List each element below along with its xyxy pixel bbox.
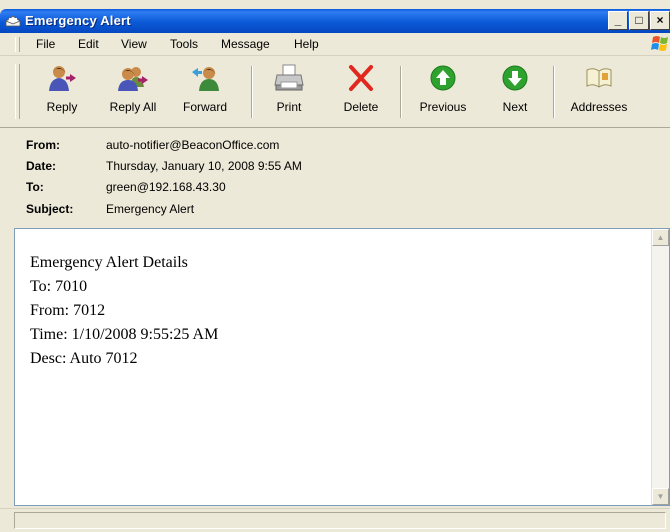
- reply-label: Reply: [46, 100, 78, 114]
- forward-label: Forward: [182, 100, 227, 114]
- reply-all-icon: [118, 67, 148, 91]
- menu-bar: File Edit View Tools Message Help: [0, 33, 670, 56]
- body-line: Time: 1/10/2008 9:55:25 AM: [30, 326, 219, 343]
- delete-label: Delete: [343, 100, 379, 114]
- from-label: From:: [26, 138, 60, 152]
- body-line: Desc: Auto 7012: [30, 350, 138, 367]
- print-label: Print: [276, 100, 302, 114]
- menu-grip[interactable]: [15, 37, 20, 52]
- forward-icon: [192, 67, 219, 91]
- up-arrow-icon: [430, 65, 456, 91]
- maximize-button[interactable]: □: [629, 11, 649, 30]
- window-title: Emergency Alert: [25, 13, 131, 28]
- forward-button[interactable]: Forward: [172, 60, 238, 122]
- body-line: From: 7012: [30, 302, 106, 319]
- to-value[interactable]: green@192.168.43.30: [106, 180, 226, 194]
- menu-help[interactable]: Help: [294, 37, 319, 51]
- printer-icon: [274, 64, 304, 91]
- message-text: Emergency Alert Details To: 7010 From: 7…: [30, 251, 218, 371]
- status-pane: [14, 512, 666, 529]
- addresses-button[interactable]: Addresses: [563, 60, 635, 122]
- vertical-scrollbar[interactable]: ▲ ▼: [651, 229, 669, 505]
- minimize-button[interactable]: _: [608, 11, 628, 30]
- date-value: Thursday, January 10, 2008 9:55 AM: [106, 159, 302, 173]
- scroll-up-icon[interactable]: ▲: [652, 229, 669, 246]
- address-book-icon: [586, 68, 612, 88]
- from-value[interactable]: auto-notifier@BeaconOffice.com: [106, 138, 279, 152]
- print-button[interactable]: Print: [263, 60, 315, 122]
- reply-button[interactable]: Reply: [34, 60, 90, 122]
- subject-value: Emergency Alert: [106, 202, 195, 216]
- scroll-down-icon[interactable]: ▼: [652, 488, 669, 505]
- menu-tools[interactable]: Tools: [170, 37, 198, 51]
- status-bar: [0, 508, 670, 532]
- menu-file[interactable]: File: [36, 37, 55, 51]
- toolbar-grip[interactable]: [15, 64, 20, 119]
- previous-button[interactable]: Previous: [412, 60, 474, 122]
- delete-button[interactable]: Delete: [334, 60, 388, 122]
- toolbar: Reply Reply All Forward Print Delete Pre…: [0, 56, 670, 128]
- title-bar[interactable]: Emergency Alert _ □ ×: [0, 9, 670, 33]
- body-line: To: 7010: [30, 278, 88, 295]
- addresses-label: Addresses: [570, 100, 628, 114]
- menu-view[interactable]: View: [121, 37, 147, 51]
- toolbar-separator: [553, 66, 555, 118]
- menu-message[interactable]: Message: [221, 37, 270, 51]
- toolbar-separator: [251, 66, 253, 118]
- body-line: Emergency Alert Details: [30, 254, 188, 271]
- message-headers: From: auto-notifier@BeaconOffice.com Dat…: [0, 128, 670, 226]
- next-label: Next: [502, 100, 528, 114]
- delete-x-icon: [349, 65, 373, 91]
- menu-edit[interactable]: Edit: [78, 37, 99, 51]
- reply-icon: [49, 66, 76, 91]
- mail-window-icon: [5, 15, 21, 27]
- subject-label: Subject:: [26, 202, 74, 216]
- to-label: To:: [26, 180, 44, 194]
- down-arrow-icon: [502, 65, 528, 91]
- next-button[interactable]: Next: [490, 60, 540, 122]
- reply-all-button[interactable]: Reply All: [98, 60, 168, 122]
- message-body[interactable]: Emergency Alert Details To: 7010 From: 7…: [14, 228, 670, 506]
- previous-label: Previous: [419, 100, 467, 114]
- windows-logo-icon: [651, 36, 668, 51]
- toolbar-separator: [400, 66, 402, 118]
- date-label: Date:: [26, 159, 57, 173]
- close-button[interactable]: ×: [650, 11, 670, 30]
- reply-all-label: Reply All: [109, 100, 157, 114]
